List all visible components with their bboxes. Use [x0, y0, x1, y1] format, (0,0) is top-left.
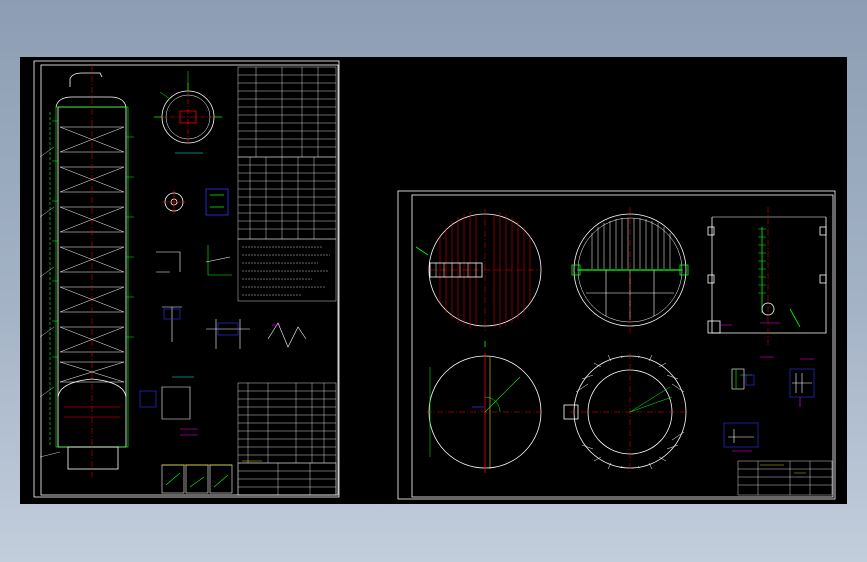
parts-list-table [237, 382, 337, 496]
data-table-top [237, 66, 337, 158]
drawing-canvas [33, 60, 836, 500]
cad-viewport[interactable] [20, 57, 847, 504]
annular-ring-plan [563, 353, 688, 473]
notes-block [237, 238, 337, 302]
tray-elevation [707, 207, 827, 347]
sheet-1-inner-border [40, 64, 339, 496]
tray-rib-lines [591, 218, 671, 269]
sheet-2-outer-border [397, 190, 836, 500]
bottom-detail-boxes [161, 464, 233, 494]
sheet-2-inner-border [411, 194, 834, 498]
sheet-1 [33, 60, 340, 498]
detail-sketches [139, 245, 307, 436]
tray-plan-slotted [415, 209, 542, 331]
data-table-middle [237, 156, 337, 240]
flange-detail-view [162, 188, 229, 216]
support-ring-plan [426, 341, 544, 473]
sheet-2 [397, 190, 836, 500]
clip-details [723, 356, 815, 452]
top-section-view [154, 71, 222, 154]
tray-plan-ribbed [571, 207, 689, 333]
sheet-2-title-block [737, 460, 833, 496]
tower-elevation [39, 65, 134, 477]
